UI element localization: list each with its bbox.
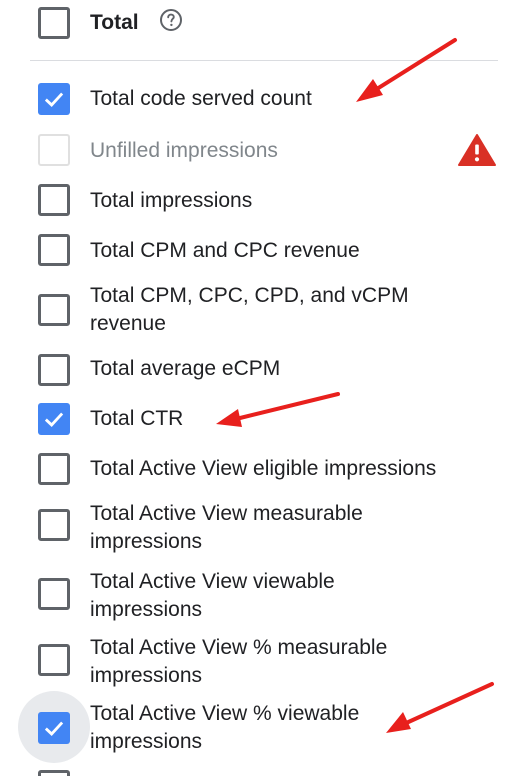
checkbox-checked[interactable] <box>38 83 70 115</box>
list-item[interactable]: Total Active View viewable impressions <box>0 568 518 626</box>
checkmark-icon <box>44 721 64 736</box>
list-item-label: Total Active View % measurable impressio… <box>90 636 388 687</box>
checkbox-checked[interactable] <box>38 712 70 744</box>
list-item[interactable]: Total code served count <box>0 80 518 120</box>
list-item[interactable]: Total impressions <box>0 182 518 222</box>
checkmark-icon <box>44 92 64 107</box>
checkbox[interactable] <box>38 184 70 216</box>
total-group-label: Total <box>90 11 139 34</box>
checkbox-disabled <box>38 134 70 166</box>
checkbox[interactable] <box>38 644 70 676</box>
list-item-label: Total Active View viewable impressions <box>90 570 335 621</box>
list-item-label: Total Active View eligible impressions <box>90 457 437 480</box>
list-item-label: Total code served count <box>90 87 312 110</box>
list-item: Unfilled impressions <box>0 132 518 172</box>
total-group-checkbox[interactable] <box>38 7 70 39</box>
checkbox[interactable] <box>38 354 70 386</box>
checkmark-icon <box>44 412 64 427</box>
list-item-label: Total CPM, CPC, CPD, and vCPM revenue <box>90 284 409 335</box>
list-item[interactable]: Total CPM and CPC revenue <box>0 232 518 272</box>
column-picker: Total Total code served count Unfilled i… <box>0 0 518 776</box>
list-item[interactable]: Total CTR <box>0 400 518 440</box>
list-item[interactable]: Total average eCPM <box>0 350 518 390</box>
list-item[interactable]: Total Active View % measurable impressio… <box>0 634 518 692</box>
checkbox[interactable] <box>38 578 70 610</box>
list-item[interactable]: Total Active View % viewable impressions <box>0 700 518 758</box>
checkbox[interactable] <box>38 234 70 266</box>
checkbox-partial[interactable] <box>38 770 70 776</box>
list-item-label: Total CTR <box>90 407 184 430</box>
checkbox[interactable] <box>38 453 70 485</box>
list-item[interactable]: Total Active View eligible impressions <box>0 450 518 490</box>
list-item-label: Total CPM and CPC revenue <box>90 239 360 262</box>
checkbox[interactable] <box>38 294 70 326</box>
list-item-label: Total Active View measurable impressions <box>90 502 363 553</box>
list-item-label: Total impressions <box>90 189 253 212</box>
header-divider <box>30 60 498 61</box>
checkbox-checked[interactable] <box>38 403 70 435</box>
list-item-label: Unfilled impressions <box>90 139 278 162</box>
list-item[interactable]: Total CPM, CPC, CPD, and vCPM revenue <box>0 282 518 340</box>
total-group-header: Total <box>0 0 518 50</box>
help-circle-icon[interactable] <box>159 8 183 37</box>
list-item[interactable]: Total Active View measurable impressions <box>0 500 518 558</box>
checkbox[interactable] <box>38 509 70 541</box>
warning-triangle-icon <box>457 133 497 172</box>
list-item-label: Total Active View % viewable impressions <box>90 702 360 753</box>
list-item-label: Total average eCPM <box>90 357 281 380</box>
